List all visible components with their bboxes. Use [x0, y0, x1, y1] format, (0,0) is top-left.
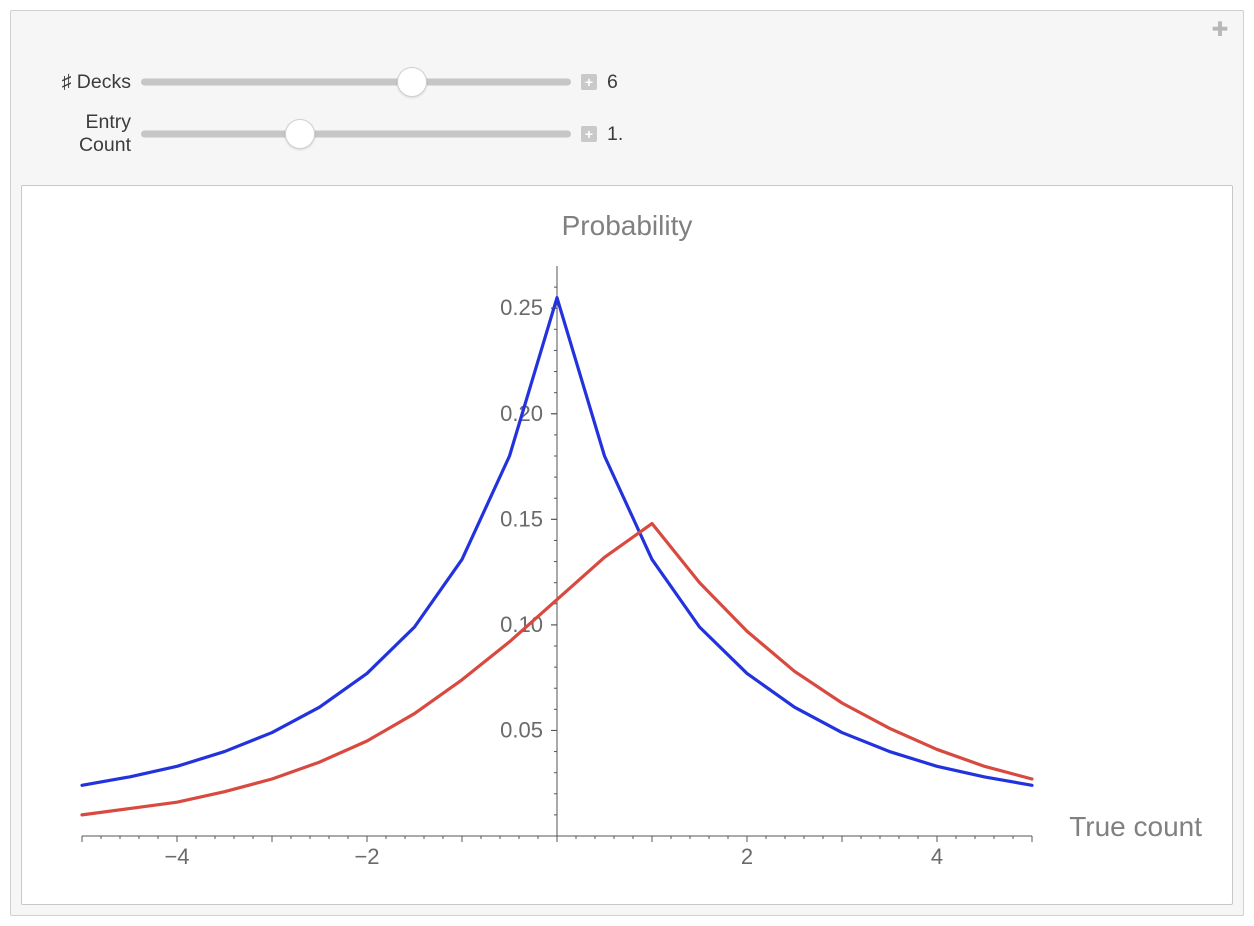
entry-expand-icon[interactable]: +	[581, 126, 597, 142]
svg-text:4: 4	[931, 844, 943, 869]
slider-track	[141, 131, 571, 138]
manipulate-panel: ✚ ♯ Decks + 6 Entry Count + 1. Probabili…	[10, 10, 1244, 916]
slider-track	[141, 79, 571, 86]
slider-thumb[interactable]	[397, 67, 427, 97]
svg-text:−2: −2	[354, 844, 379, 869]
svg-text:0.25: 0.25	[500, 295, 543, 320]
svg-text:0.15: 0.15	[500, 506, 543, 531]
svg-text:−4: −4	[164, 844, 189, 869]
slider-thumb[interactable]	[285, 119, 315, 149]
controls-area: ♯ Decks + 6 Entry Count + 1.	[21, 25, 1233, 185]
chart-frame: Probability 0.050.100.150.200.25−4−224 T…	[21, 185, 1233, 905]
entry-control: Entry Count + 1.	[31, 117, 1223, 151]
decks-slider[interactable]	[141, 69, 571, 95]
expand-icon[interactable]: ✚	[1211, 21, 1229, 39]
decks-expand-icon[interactable]: +	[581, 74, 597, 90]
entry-slider[interactable]	[141, 121, 571, 147]
svg-text:2: 2	[741, 844, 753, 869]
chart-svg: 0.050.100.150.200.25−4−224	[22, 186, 1234, 906]
decks-value: 6	[607, 71, 618, 94]
svg-text:0.05: 0.05	[500, 717, 543, 742]
decks-label: ♯ Decks	[31, 71, 141, 94]
entry-label: Entry Count	[31, 111, 141, 157]
entry-value: 1.	[607, 123, 623, 146]
x-axis-label: True count	[1069, 811, 1202, 843]
decks-control: ♯ Decks + 6	[31, 65, 1223, 99]
